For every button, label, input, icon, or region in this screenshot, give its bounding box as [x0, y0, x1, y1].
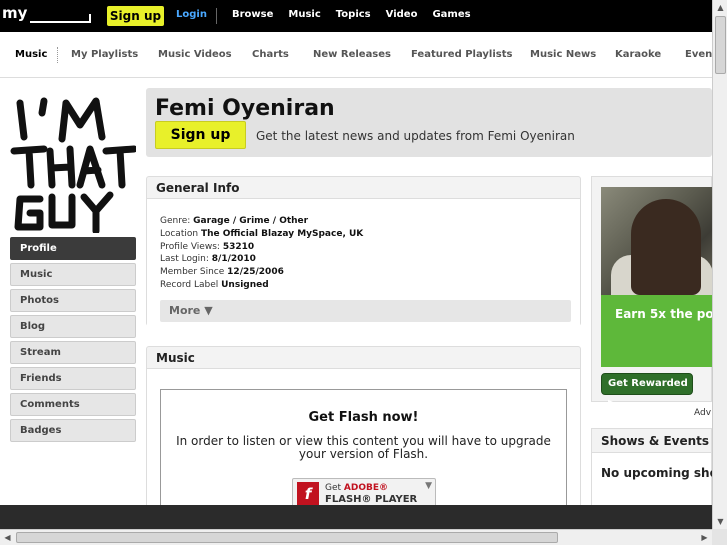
profile-name: Femi Oyeniran — [155, 96, 335, 121]
subnav-music-videos[interactable]: Music Videos — [158, 49, 232, 60]
logo-underline — [30, 21, 91, 23]
get-flash-player-button[interactable]: f Get ADOBE® FLASH® PLAYER ▼ — [292, 478, 436, 505]
info-location: Location The Official Blazay MySpace, UK — [160, 228, 364, 239]
info-genre: Genre: Garage / Grime / Other — [160, 216, 309, 226]
music-subnav: Music My Playlists Music Videos Charts N… — [0, 32, 723, 78]
horizontal-scroll-thumb[interactable] — [16, 532, 558, 543]
leftnav-photos[interactable]: Photos — [10, 289, 136, 312]
shows-events-title: Shows & Events — [592, 429, 711, 453]
site-logo[interactable]: my — [2, 4, 27, 22]
citi-advertisement[interactable]: Earn 5x the poi with the Citi® Fo Get Re… — [591, 176, 712, 409]
music-body: Get Flash now! In order to listen or vie… — [147, 369, 580, 505]
info-profile-views: Profile Views: 53210 — [160, 241, 255, 252]
login-link[interactable]: Login — [176, 9, 207, 20]
flash-placeholder: Get Flash now! In order to listen or vie… — [160, 389, 567, 505]
subnav-karaoke[interactable]: Karaoke — [615, 49, 661, 60]
subnav-charts[interactable]: Charts — [252, 49, 289, 60]
ad-photo-person — [631, 199, 701, 295]
topbar-divider — [216, 8, 217, 24]
scroll-up-icon[interactable]: ▲ — [713, 0, 727, 15]
nav-browse[interactable]: Browse — [232, 9, 273, 20]
scroll-down-icon[interactable]: ▼ — [713, 514, 727, 529]
top-bar: my Sign up Login Browse Music Topics Vid… — [0, 0, 712, 32]
subnav-featured-playlists[interactable]: Featured Playlists — [411, 49, 512, 60]
nav-video[interactable]: Video — [386, 9, 418, 20]
ad-headline: Earn 5x the poi with the Citi® Fo — [615, 307, 712, 321]
leftnav-blog[interactable]: Blog — [10, 315, 136, 338]
profile-artwork — [10, 93, 138, 235]
ad-photo — [601, 187, 712, 295]
horizontal-scrollbar[interactable]: ◀ ▶ — [0, 529, 712, 545]
more-info-button[interactable]: More ▼ — [160, 299, 571, 322]
scrollbar-corner — [712, 529, 727, 545]
ad-green-panel: Earn 5x the poi with the Citi® Fo — [601, 295, 712, 367]
profile-header: Femi Oyeniran Sign up Get the latest new… — [146, 88, 712, 157]
advertisement-label: Adv — [694, 408, 712, 418]
nav-topics[interactable]: Topics — [336, 9, 371, 20]
bottom-toolbar — [0, 505, 712, 529]
leftnav-music[interactable]: Music — [10, 263, 136, 286]
flash-logo-icon: f — [297, 482, 319, 505]
subnav-music[interactable]: Music — [15, 49, 47, 60]
top-nav: Browse Music Topics Video Games — [232, 9, 471, 20]
no-upcoming-shows: No upcoming show — [592, 453, 712, 505]
info-last-login: Last Login: 8/1/2010 — [160, 254, 256, 265]
info-member-since: Member Since 12/25/2006 — [160, 267, 284, 278]
profile-content: Profile Music Photos Blog Stream Friends… — [0, 78, 712, 505]
subnav-music-news[interactable]: Music News — [530, 49, 596, 60]
header-tagline: Get the latest news and updates from Fem… — [256, 129, 575, 143]
flash-badge-text: Get ADOBE® FLASH® PLAYER — [325, 483, 418, 505]
subnav-divider — [57, 47, 58, 63]
leftnav-badges[interactable]: Badges — [10, 419, 136, 442]
leftnav-comments[interactable]: Comments — [10, 393, 136, 416]
profile-leftnav: Profile Music Photos Blog Stream Friends… — [10, 237, 136, 445]
subnav-my-playlists[interactable]: My Playlists — [71, 49, 138, 60]
scroll-right-icon[interactable]: ▶ — [697, 530, 712, 545]
flash-message: In order to listen or view this content … — [176, 434, 551, 461]
general-info-title: General Info — [147, 177, 580, 199]
nav-games[interactable]: Games — [432, 9, 470, 20]
subnav-new-releases[interactable]: New Releases — [313, 49, 391, 60]
logo-tick — [89, 14, 91, 23]
vertical-scroll-thumb[interactable] — [715, 16, 726, 74]
scroll-left-icon[interactable]: ◀ — [0, 530, 15, 545]
vertical-scrollbar[interactable]: ▲ ▼ — [712, 0, 727, 529]
music-panel: Music Get Flash now! In order to listen … — [146, 346, 581, 505]
info-record-label: Record Label Unsigned — [160, 279, 269, 290]
nav-music[interactable]: Music — [288, 9, 320, 20]
header-signup-button[interactable]: Sign up — [155, 121, 246, 149]
shows-events-panel: Shows & Events No upcoming show — [591, 428, 712, 505]
signup-button[interactable]: Sign up — [107, 6, 164, 26]
general-info-panel: General Info Genre: Garage / Grime / Oth… — [146, 176, 581, 326]
leftnav-profile[interactable]: Profile — [10, 237, 136, 260]
download-arrow-icon: ▼ — [425, 481, 432, 491]
general-info-body: Genre: Garage / Grime / Other Location T… — [147, 199, 580, 326]
get-rewarded-button[interactable]: Get Rewarded ▶ — [601, 373, 693, 409]
music-title: Music — [147, 347, 580, 369]
leftnav-stream[interactable]: Stream — [10, 341, 136, 364]
profile-picture[interactable] — [10, 93, 138, 235]
leftnav-friends[interactable]: Friends — [10, 367, 136, 390]
flash-title: Get Flash now! — [308, 410, 419, 425]
